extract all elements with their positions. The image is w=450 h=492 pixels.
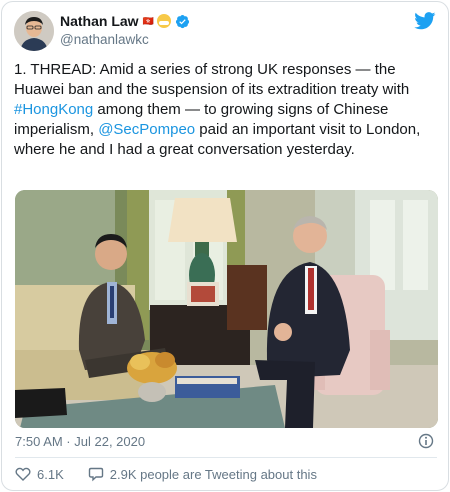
user-handle[interactable]: @nathanlawkc: [60, 32, 149, 47]
twitter-bird-icon[interactable]: [414, 12, 436, 30]
verified-badge-icon: [175, 14, 189, 28]
speech-bubble-icon: [88, 467, 103, 482]
divider: [15, 457, 437, 458]
mention-link[interactable]: @SecPompeo: [98, 121, 195, 138]
user-name-row[interactable]: Nathan Law 🇭🇰: [60, 13, 190, 29]
avatar[interactable]: [14, 11, 54, 51]
tweet-text: 1. THREAD: Amid a series of strong UK re…: [14, 60, 434, 160]
tweet-actions: 6.1K 2.9K people are Tweeting about this: [15, 466, 341, 482]
tweet-text-part: 1. THREAD: Amid a series of strong UK re…: [14, 61, 410, 98]
timestamp[interactable]: 7:50 AM · Jul 22, 2020: [15, 434, 145, 449]
tweet-card: Nathan Law 🇭🇰 @nathanlawkc 1. THREAD: Am…: [1, 1, 449, 491]
display-name[interactable]: Nathan Law: [60, 13, 139, 29]
flag-emoji: 🇭🇰: [142, 15, 154, 26]
hashtag-link[interactable]: #HongKong: [14, 101, 93, 118]
tweeting-about-text: 2.9K people are Tweeting about this: [109, 466, 317, 482]
heart-icon: [15, 467, 31, 481]
info-icon[interactable]: [418, 433, 434, 449]
like-button[interactable]: 6.1K: [15, 466, 64, 482]
face-with-mask-emoji-icon: [156, 14, 171, 28]
conversation-button[interactable]: 2.9K people are Tweeting about this: [88, 466, 317, 482]
like-count: 6.1K: [37, 466, 64, 482]
tweet-photo[interactable]: [15, 190, 438, 428]
